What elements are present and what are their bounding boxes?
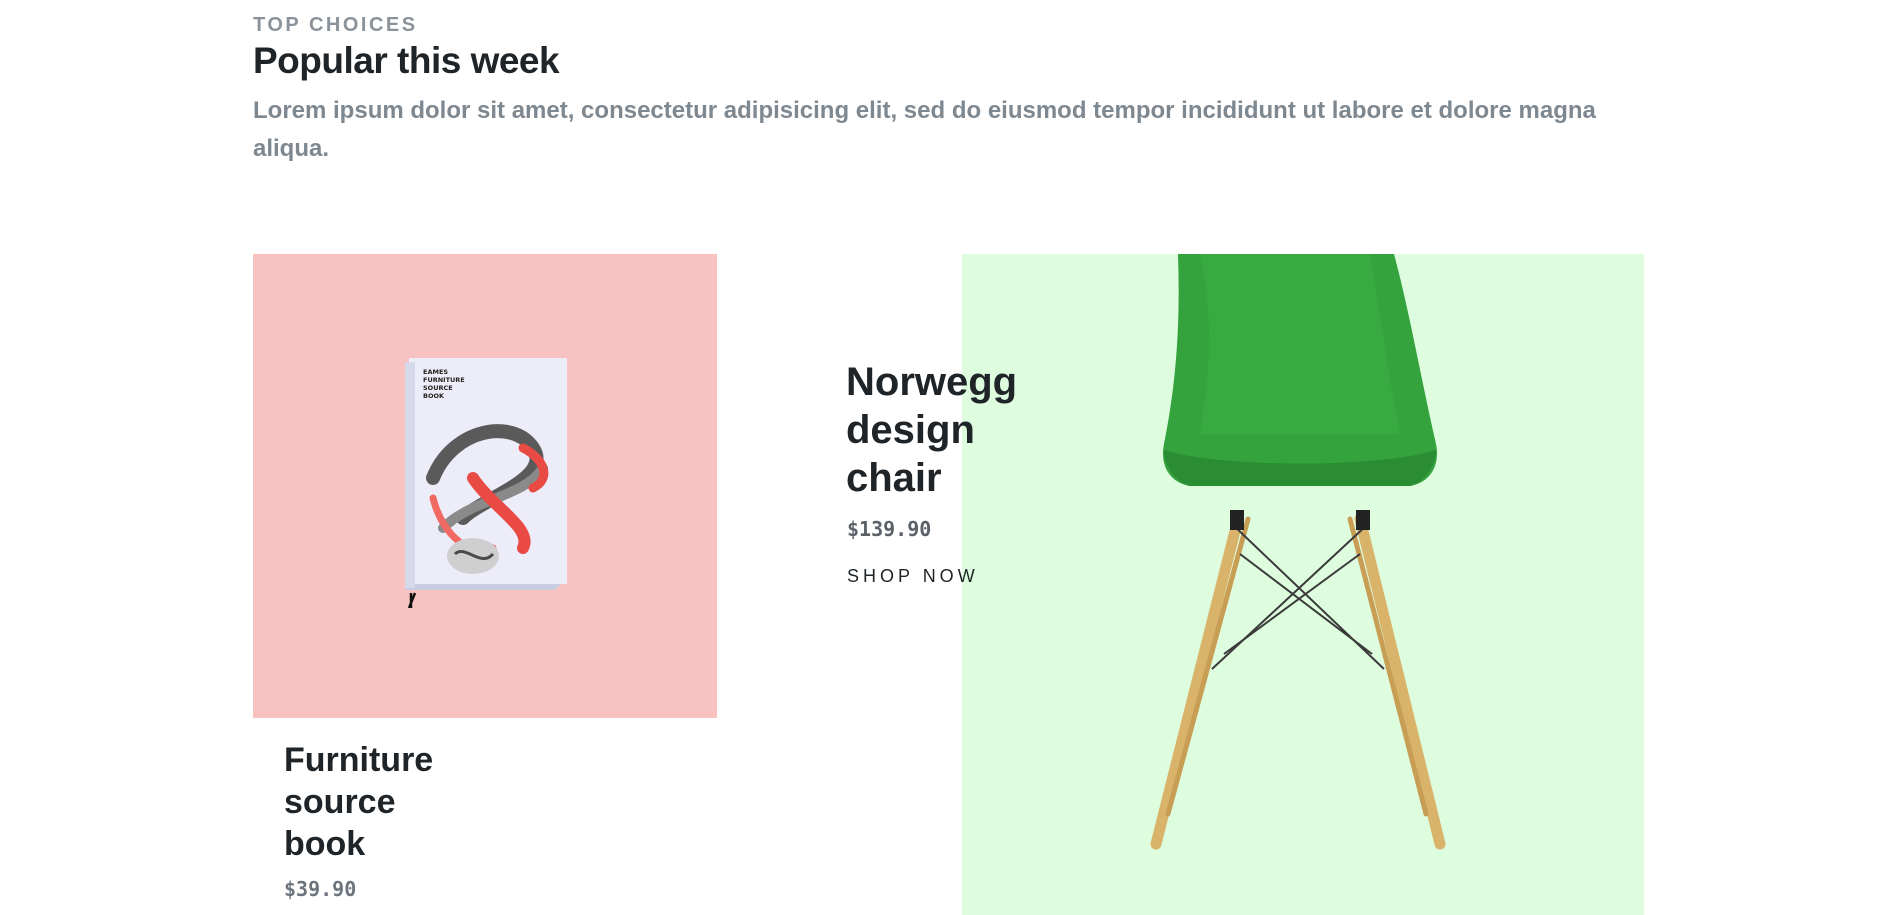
book-product-name[interactable]: Furniture source book [284,739,444,865]
section-eyebrow: TOP CHOICES [253,14,418,36]
section-description: Lorem ipsum dolor sit amet, consectetur … [253,97,1596,162]
section-title: Popular this week [253,40,560,81]
chair-image[interactable] [1120,254,1480,864]
shop-now-button[interactable]: SHOP NOW [847,566,979,587]
book-cover-line: EAMES [423,368,448,376]
book-product-price: $39.90 [284,877,357,901]
chair-product-price: $139.90 [847,517,932,541]
book-cover-line: SOURCE [423,384,453,392]
book-cover-line: BOOK [423,392,445,400]
book-cover-image[interactable]: EAMES FURNITURE SOURCE BOOK [403,358,573,608]
book-cover-line: FURNITURE [423,376,465,384]
chair-product-name[interactable]: Norwegg design chair [846,358,1046,502]
book-product-name-text: Furniture source book [284,741,434,863]
